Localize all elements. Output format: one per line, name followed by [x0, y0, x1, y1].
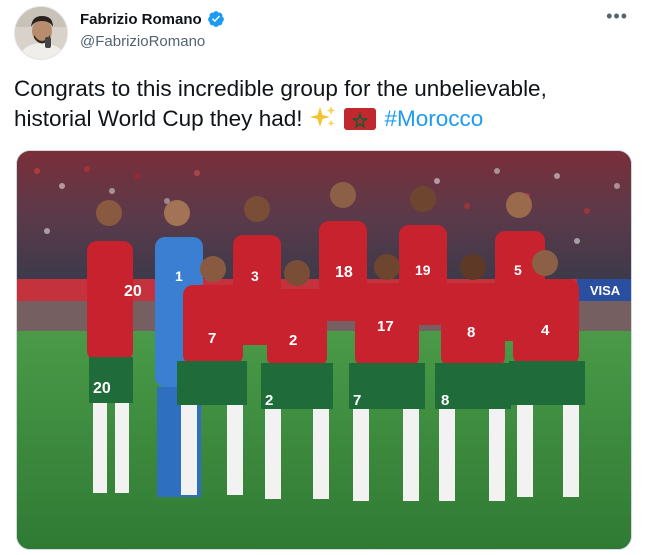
jersey-number: 7	[208, 330, 216, 347]
author-info: Fabrizio Romano @FabrizioRomano	[80, 8, 225, 50]
jersey-number: 18	[335, 264, 353, 281]
jersey-number: 2	[289, 332, 297, 349]
jersey-number: 4	[541, 322, 550, 339]
handle[interactable]: @FabrizioRomano	[80, 33, 225, 50]
ellipsis-icon[interactable]: •••	[606, 7, 628, 25]
morocco-flag-icon	[344, 108, 377, 130]
tweet-line-1: Congrats to this incredible group for th…	[14, 76, 547, 101]
team-photo: VISA 20 20 1 3 18 19 5 7 2 2 17 7 8 8 4	[17, 151, 631, 549]
jersey-number: 17	[377, 318, 394, 335]
hashtag-link[interactable]: #Morocco	[384, 106, 483, 131]
jersey-number: 8	[467, 324, 475, 341]
jersey-number: 5	[514, 262, 522, 278]
tweet-line-2: historial World Cup they had! #Morocco	[14, 104, 634, 134]
banner-text: VISA	[590, 283, 621, 298]
jersey-number: 19	[415, 262, 431, 278]
tweet-photo[interactable]: VISA 20 20 1 3 18 19 5 7 2 2 17 7 8 8 4	[16, 150, 632, 550]
profile-photo	[15, 7, 67, 59]
avatar[interactable]	[14, 6, 68, 60]
tweet-line-2-text: historial World Cup they had!	[14, 106, 303, 131]
jersey-number: 1	[175, 268, 183, 284]
sparkles-icon	[308, 105, 338, 129]
verified-badge-icon	[207, 10, 225, 28]
jersey-number: 20	[124, 283, 142, 300]
name-row: Fabrizio Romano	[80, 8, 225, 30]
shorts-number: 7	[353, 392, 361, 409]
shorts-number: 20	[93, 380, 111, 397]
shorts-number: 8	[441, 392, 449, 409]
shorts-number: 2	[265, 392, 273, 409]
display-name[interactable]: Fabrizio Romano	[80, 11, 202, 28]
tweet-text: Congrats to this incredible group for th…	[14, 74, 634, 134]
jersey-number: 3	[251, 268, 259, 284]
